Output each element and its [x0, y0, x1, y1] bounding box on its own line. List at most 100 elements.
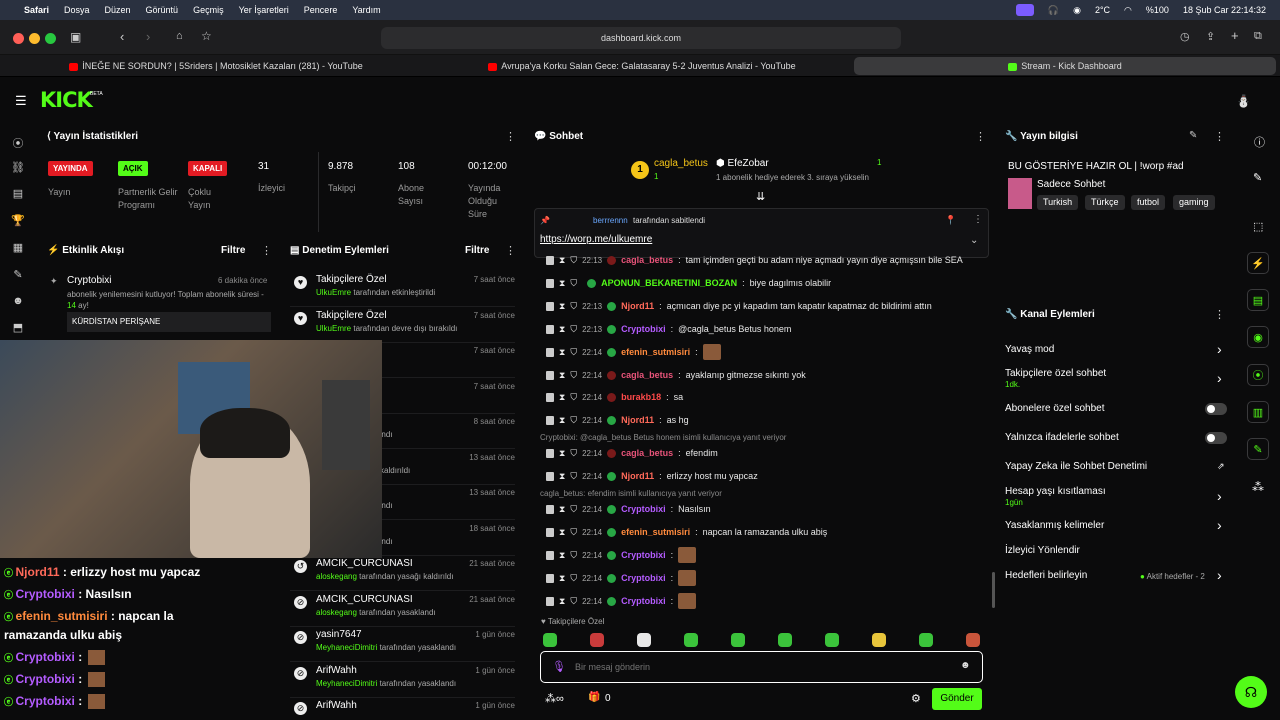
shield-icon[interactable]: ⛉: [570, 448, 577, 459]
followers-chat-label[interactable]: Takipçilere özel sohbet: [1005, 368, 1106, 379]
emote-8[interactable]: [872, 633, 886, 647]
timeout-icon[interactable]: ⧗: [559, 347, 565, 358]
delete-icon[interactable]: [546, 471, 554, 481]
headphones-icon[interactable]: 🎧: [1048, 5, 1059, 16]
account-age-chevron-icon[interactable]: ›: [1217, 488, 1222, 504]
emote-9[interactable]: [919, 633, 933, 647]
slow-mode-chevron-icon[interactable]: ›: [1217, 341, 1222, 357]
shield-icon[interactable]: ⛉: [570, 255, 577, 266]
battery-pct[interactable]: %100: [1146, 5, 1169, 15]
emote-4[interactable]: [684, 633, 698, 647]
forward-icon[interactable]: ›: [146, 29, 150, 44]
tag-turkish[interactable]: Turkish: [1037, 195, 1079, 210]
mod-filter-button[interactable]: Filtre: [465, 245, 489, 256]
info-icon[interactable]: ⓘ: [1254, 134, 1265, 150]
shield-icon[interactable]: ⛉: [570, 573, 577, 584]
chat-username[interactable]: cagla_betus: [621, 448, 673, 458]
delete-icon[interactable]: [546, 347, 554, 357]
goals-chevron-icon[interactable]: ›: [1217, 567, 1222, 583]
goals-label[interactable]: Hedefleri belirleyin: [1005, 570, 1087, 581]
emote-1[interactable]: [543, 633, 557, 647]
history-icon[interactable]: ◷: [1180, 30, 1190, 43]
layout-icon[interactable]: ▦: [11, 241, 25, 255]
layers-icon[interactable]: ▥: [1247, 401, 1269, 423]
emote-6[interactable]: [778, 633, 792, 647]
shield-icon[interactable]: ⛉: [570, 301, 577, 312]
mod-row-title[interactable]: ArifWahh: [316, 700, 357, 711]
menu-app[interactable]: Safari: [24, 5, 49, 15]
unpin-icon[interactable]: 📍: [945, 215, 956, 226]
timeout-icon[interactable]: ⧗: [559, 370, 565, 381]
menu-window[interactable]: Pencere: [304, 5, 338, 15]
chat-settings-icon[interactable]: ⚙: [911, 692, 921, 705]
activity-filter-button[interactable]: Filtre: [221, 245, 245, 256]
trophy-icon[interactable]: 🏆: [11, 214, 25, 228]
mod-row-title[interactable]: AMCIK_CURCUNASI: [316, 594, 413, 605]
gift-leader-user[interactable]: cagla_betus: [654, 158, 708, 169]
chat-username[interactable]: burakb18: [621, 392, 661, 402]
kick-logo[interactable]: KICK: [40, 88, 93, 112]
profile-icon[interactable]: ⛄: [1236, 94, 1251, 108]
shield-icon[interactable]: ⛉: [570, 392, 577, 403]
chat-username[interactable]: Cryptobixi: [621, 324, 666, 334]
redirect-viewers-label[interactable]: İzleyici Yönlendir: [1005, 545, 1080, 556]
delete-icon[interactable]: [546, 370, 554, 380]
timeout-icon[interactable]: ⧗: [559, 278, 565, 289]
mod-row-title[interactable]: Takipçilere Özel: [316, 274, 387, 285]
chat-username[interactable]: efenin_sutmisiri: [621, 347, 690, 357]
chat-username[interactable]: APONUN_BEKARETINI_BOZAN: [601, 278, 737, 288]
chat-username[interactable]: Njord11: [621, 301, 654, 311]
delete-icon[interactable]: [546, 255, 554, 265]
weather-temp[interactable]: 2°C: [1095, 5, 1110, 15]
menu-file[interactable]: Dosya: [64, 5, 90, 15]
pin-link[interactable]: https://worp.me/ulkuemre: [540, 234, 652, 245]
delete-icon[interactable]: [546, 324, 554, 334]
wrench-rail-icon[interactable]: ✎: [1247, 438, 1269, 460]
bolt-icon[interactable]: ⚡: [1247, 252, 1269, 274]
timeout-icon[interactable]: ⧗: [559, 527, 565, 538]
star-icon[interactable]: ☆: [201, 29, 212, 43]
stream-icon[interactable]: ⦿: [11, 135, 25, 150]
close-window-button[interactable]: [13, 33, 24, 44]
screen-share-icon[interactable]: [1015, 4, 1034, 16]
delete-icon[interactable]: [546, 278, 554, 288]
tab-youtube-2[interactable]: Avrupa'ya Korku Salan Gece: Galatasaray …: [430, 57, 854, 75]
new-tab-icon[interactable]: +: [1231, 28, 1239, 43]
timeout-icon[interactable]: ⧗: [559, 550, 565, 561]
shield-icon[interactable]: ⛉: [570, 596, 577, 607]
shield-icon[interactable]: ⛉: [570, 527, 577, 538]
chat-username[interactable]: Cryptobixi: [621, 550, 666, 560]
pencil-icon[interactable]: ✎: [1253, 171, 1262, 184]
shield-icon[interactable]: ⛉: [570, 347, 577, 358]
delete-icon[interactable]: [546, 392, 554, 402]
tag-gaming[interactable]: gaming: [1173, 195, 1215, 210]
ai-moderation-label[interactable]: Yapay Zeka ile Sohbet Denetimi: [1005, 461, 1147, 472]
delete-icon[interactable]: [546, 504, 554, 514]
external-link-icon[interactable]: ⇗: [1217, 461, 1225, 472]
chat-username[interactable]: Cryptobixi: [621, 504, 666, 514]
emote-chat-toggle[interactable]: [1205, 432, 1227, 444]
tab-youtube-1[interactable]: İNEĞE NE SORDUN? | 5Sriders | Motosiklet…: [4, 57, 428, 75]
mod-row-moderator[interactable]: MeyhaneciDimitri: [316, 679, 377, 688]
timeout-icon[interactable]: ⧗: [559, 324, 565, 335]
emoji-picker-icon[interactable]: ☻: [960, 660, 971, 671]
menu-edit[interactable]: Düzen: [105, 5, 131, 15]
send-button[interactable]: Gönder: [932, 688, 982, 710]
timeout-icon[interactable]: ⧗: [559, 448, 565, 459]
timeout-icon[interactable]: ⧗: [559, 596, 565, 607]
shield-icon[interactable]: ⛉: [570, 550, 577, 561]
emote-7[interactable]: [825, 633, 839, 647]
tab-overview-icon[interactable]: ⧉: [1254, 30, 1262, 43]
emote-3[interactable]: [637, 633, 651, 647]
broadcast-icon[interactable]: ⦿: [1247, 364, 1269, 386]
mic-icon[interactable]: 🎙: [552, 660, 566, 673]
tab-kick-dashboard[interactable]: Stream - Kick Dashboard: [854, 57, 1276, 75]
subs-chat-toggle[interactable]: [1205, 403, 1227, 415]
share-icon[interactable]: ⇪: [1206, 30, 1215, 43]
mod-row-title[interactable]: Takipçilere Özel: [316, 310, 387, 321]
emote-10[interactable]: [966, 633, 980, 647]
mod-more-icon[interactable]: ⋮: [505, 244, 516, 257]
chat-scrollbar[interactable]: [992, 572, 995, 608]
shield-icon[interactable]: ⛉: [570, 415, 577, 426]
shield-icon[interactable]: ⛉: [570, 324, 577, 335]
